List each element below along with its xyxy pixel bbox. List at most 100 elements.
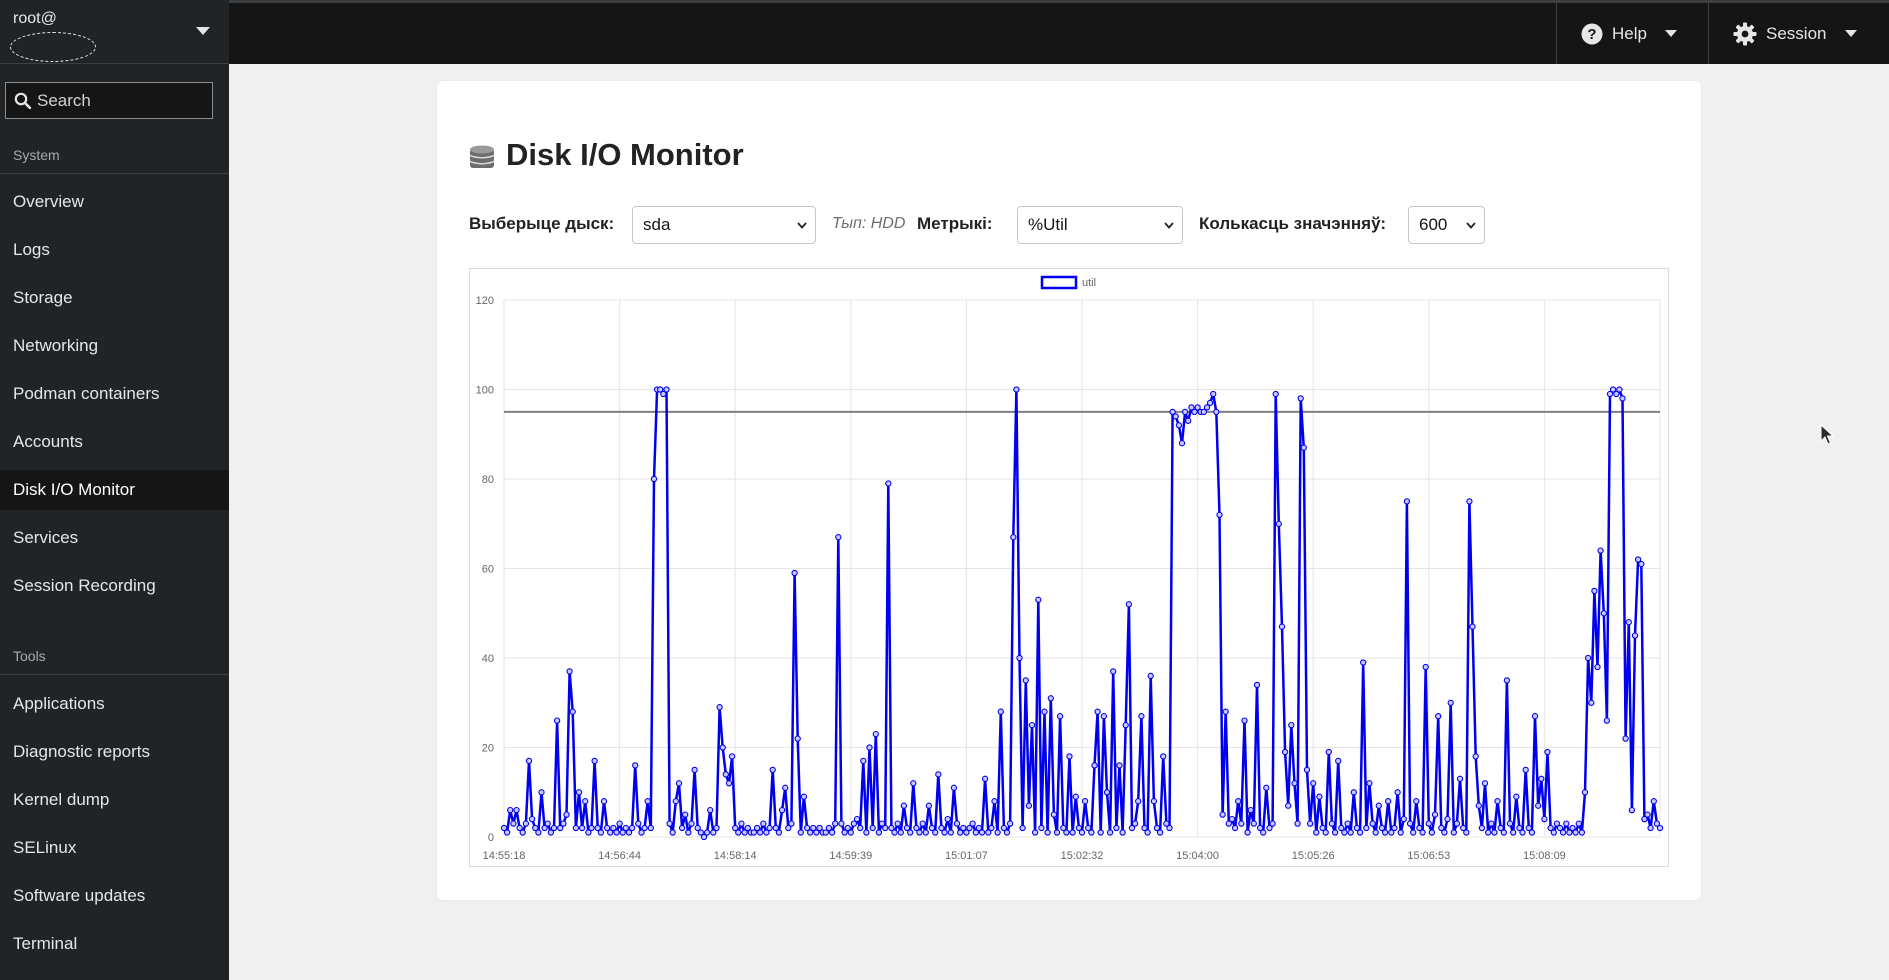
data-point: [900, 802, 908, 809]
data-point: [882, 824, 889, 832]
data-point: [991, 798, 998, 805]
data-point: [1350, 789, 1357, 796]
y-tick-label: 40: [482, 653, 494, 665]
disk-select-value: sda: [643, 215, 671, 234]
sidebar-item-networking[interactable]: Networking: [0, 326, 229, 366]
data-point: [897, 829, 904, 836]
data-point: [613, 829, 620, 836]
sidebar-item-logs[interactable]: Logs: [0, 230, 229, 270]
data-point: [1247, 806, 1254, 814]
data-point: [663, 386, 670, 393]
data-point: [1650, 798, 1657, 805]
data-point: [1050, 811, 1058, 818]
sidebar-item-diagnostic-reports[interactable]: Diagnostic reports: [0, 732, 229, 772]
data-point: [988, 824, 995, 832]
data-point: [1594, 663, 1601, 671]
data-point: [1444, 815, 1451, 823]
data-point: [1360, 659, 1367, 666]
data-point: [1110, 668, 1117, 675]
data-point: [1466, 498, 1473, 505]
data-point: [875, 829, 883, 836]
sidebar-item-services[interactable]: Services: [0, 518, 229, 558]
data-point: [1625, 619, 1632, 626]
data-point: [1025, 802, 1033, 809]
data-point: [1400, 815, 1407, 823]
data-point: [735, 829, 742, 836]
data-point: [1403, 498, 1411, 505]
data-point: [503, 829, 511, 836]
data-point: [1113, 824, 1120, 832]
data-point: [1472, 753, 1479, 760]
data-point: [1381, 829, 1389, 836]
data-point: [688, 820, 695, 827]
data-point: [838, 820, 845, 827]
data-point: [616, 820, 623, 827]
metric-select[interactable]: %Util: [1017, 206, 1183, 244]
host-switcher[interactable]: root@: [0, 0, 229, 64]
data-point: [1616, 386, 1623, 393]
sidebar-item-accounts[interactable]: Accounts: [0, 422, 229, 462]
data-point: [1210, 390, 1217, 398]
sidebar-item-storage[interactable]: Storage: [0, 278, 229, 318]
search-input[interactable]: [37, 90, 207, 111]
data-point: [869, 824, 876, 832]
sidebar-item-kernel-dump[interactable]: Kernel dump: [0, 780, 229, 820]
data-point: [588, 824, 595, 832]
count-select[interactable]: 600: [1408, 206, 1485, 244]
data-point: [1219, 811, 1226, 818]
data-point: [1406, 820, 1414, 827]
sidebar-item-selinux[interactable]: SELinux: [0, 828, 229, 868]
session-label: Session: [1766, 23, 1827, 43]
data-point: [1222, 708, 1229, 715]
hostname-scribble: [10, 32, 96, 62]
data-point: [1072, 793, 1079, 800]
data-point: [635, 820, 642, 827]
data-point: [725, 780, 733, 787]
data-point: [760, 820, 767, 827]
sidebar-item-session-recording[interactable]: Session Recording: [0, 566, 229, 606]
data-point: [1572, 829, 1579, 836]
sidebar-item-overview[interactable]: Overview: [0, 182, 229, 222]
chevron-down-icon: [797, 221, 807, 229]
util-chart: 0 20 40 60 80 100 120 14:55:18 14:56:44 14:58:14 1…: [469, 268, 1669, 867]
data-point: [922, 829, 929, 836]
data-point: [925, 802, 933, 809]
data-point: [535, 829, 542, 836]
sidebar-item-applications[interactable]: Applications: [0, 684, 229, 724]
data-point: [510, 820, 517, 827]
data-point: [1069, 829, 1076, 836]
data-point: [791, 569, 798, 577]
data-point: [1425, 820, 1432, 827]
x-tick-label: 15:06:53: [1407, 850, 1450, 862]
data-point: [885, 480, 892, 487]
data-point: [1325, 748, 1332, 756]
data-point: [572, 824, 580, 832]
data-point: [1619, 395, 1626, 402]
search-box[interactable]: [5, 82, 213, 119]
data-point: [1575, 820, 1582, 827]
data-point: [1375, 802, 1382, 809]
data-point: [853, 815, 861, 823]
help-menu-button[interactable]: ? Help: [1556, 3, 1708, 64]
data-point: [1584, 654, 1592, 662]
data-point: [513, 806, 520, 814]
data-point: [1235, 798, 1242, 805]
y-tick-label: 20: [482, 743, 494, 755]
sidebar-item-terminal[interactable]: Terminal: [0, 924, 229, 964]
data-point: [1475, 802, 1482, 809]
sidebar-item-disk-io-monitor[interactable]: Disk I/O Monitor: [0, 470, 229, 510]
data-point: [1035, 596, 1042, 603]
x-tick-label: 14:58:14: [714, 850, 757, 862]
sidebar-item-podman-containers[interactable]: Podman containers: [0, 374, 229, 414]
disk-select[interactable]: sda: [632, 206, 816, 244]
data-point: [1063, 829, 1070, 836]
data-point: [1122, 721, 1129, 729]
sidebar-item-software-updates[interactable]: Software updates: [0, 876, 229, 916]
metric-select-value: %Util: [1028, 215, 1068, 234]
data-point: [682, 811, 689, 818]
data-point: [1300, 444, 1307, 451]
data-point: [597, 829, 605, 836]
data-point: [1250, 820, 1257, 827]
session-menu-button[interactable]: Session: [1708, 3, 1886, 64]
data-point: [1263, 784, 1270, 791]
